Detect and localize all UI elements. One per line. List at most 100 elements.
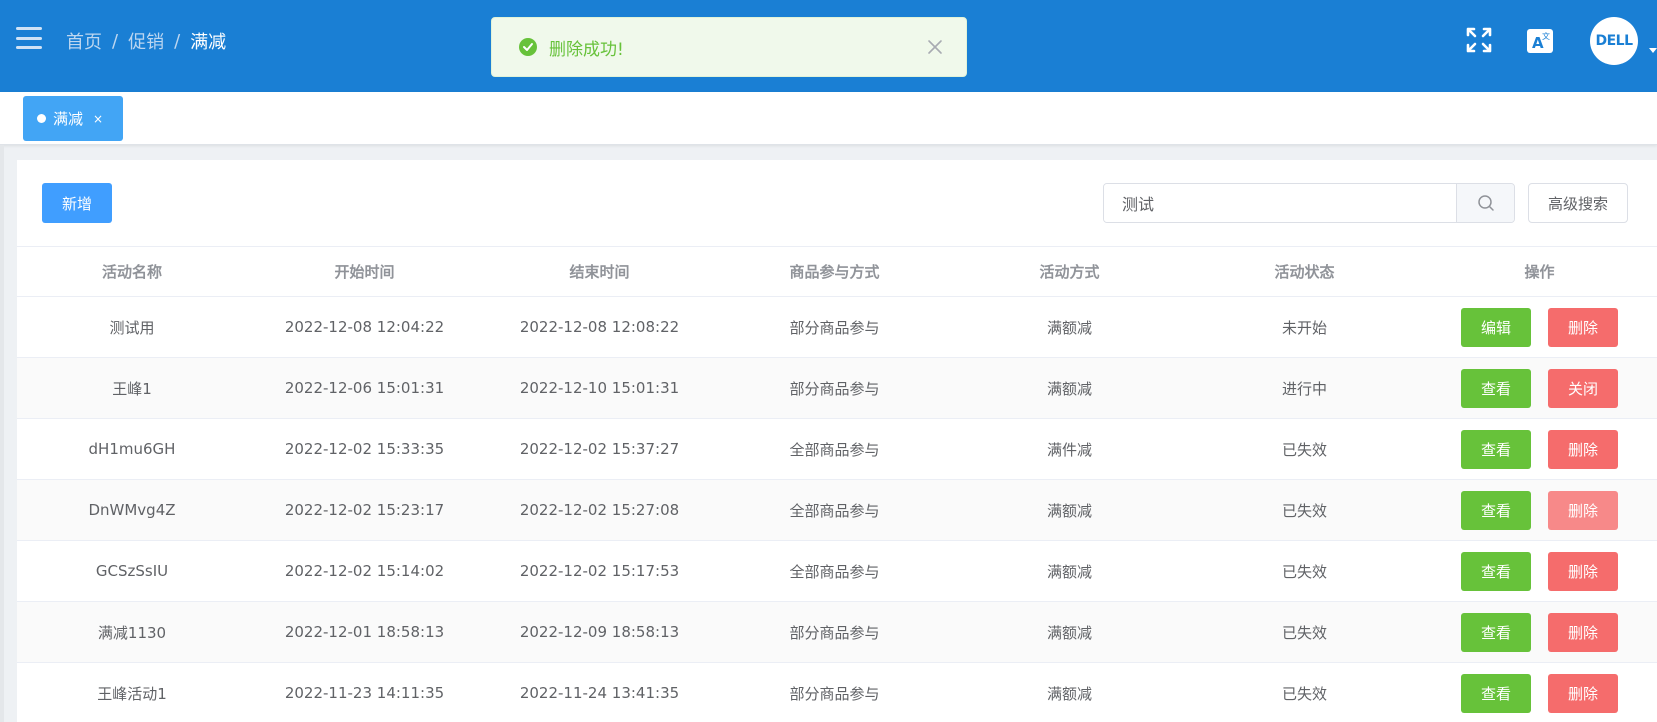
svg-text:文: 文 bbox=[1542, 31, 1550, 41]
delete-button[interactable]: 删除 bbox=[1548, 490, 1618, 530]
success-toast: 删除成功! bbox=[491, 17, 967, 77]
cell-end: 2022-11-24 13:41:35 bbox=[482, 662, 717, 722]
table-row: 满减1130 2022-12-01 18:58:13 2022-12-09 18… bbox=[17, 601, 1657, 663]
cell-status: 已失效 bbox=[1187, 479, 1422, 541]
table-row: DnWMvg4Z 2022-12-02 15:23:17 2022-12-02 … bbox=[17, 479, 1657, 541]
cell-end: 2022-12-02 15:17:53 bbox=[482, 540, 717, 602]
cell-ops: 编辑 删除 bbox=[1422, 296, 1657, 358]
breadcrumb-home[interactable]: 首页 bbox=[66, 28, 102, 54]
cell-status: 已失效 bbox=[1187, 662, 1422, 722]
cell-ops: 查看 删除 bbox=[1422, 479, 1657, 541]
view-button[interactable]: 查看 bbox=[1461, 368, 1531, 408]
cell-ops: 查看 删除 bbox=[1422, 662, 1657, 722]
cell-mode: 满额减 bbox=[952, 601, 1187, 663]
cell-scope: 部分商品参与 bbox=[717, 601, 952, 663]
edit-button[interactable]: 编辑 bbox=[1461, 307, 1531, 347]
cell-name: 王峰活动1 bbox=[17, 662, 247, 722]
cell-name: DnWMvg4Z bbox=[17, 479, 247, 541]
delete-button[interactable]: 删除 bbox=[1548, 307, 1618, 347]
breadcrumb-separator: / bbox=[174, 30, 181, 52]
tags-view-bar: 满减 × bbox=[0, 92, 1657, 145]
column-header: 活动名称 bbox=[17, 246, 247, 297]
avatar[interactable]: DELL bbox=[1590, 17, 1638, 65]
breadcrumb-current: 满减 bbox=[190, 32, 227, 53]
cell-status: 进行中 bbox=[1187, 357, 1422, 419]
breadcrumb: 首页 / 促销 / 满减 bbox=[66, 28, 226, 54]
search-box bbox=[1103, 183, 1515, 223]
cell-scope: 全部商品参与 bbox=[717, 418, 952, 480]
table-row: GCSzSsIU 2022-12-02 15:14:02 2022-12-02 … bbox=[17, 540, 1657, 602]
cell-status: 已失效 bbox=[1187, 418, 1422, 480]
search-input[interactable] bbox=[1104, 184, 1456, 222]
cell-mode: 满件减 bbox=[952, 418, 1187, 480]
cell-mode: 满额减 bbox=[952, 479, 1187, 541]
cell-start: 2022-12-02 15:33:35 bbox=[247, 418, 482, 480]
fullscreen-icon[interactable] bbox=[1465, 26, 1493, 54]
column-header: 活动状态 bbox=[1187, 246, 1422, 297]
cell-ops: 查看 删除 bbox=[1422, 418, 1657, 480]
column-header: 活动方式 bbox=[952, 246, 1187, 297]
cell-ops: 查看 删除 bbox=[1422, 540, 1657, 602]
cell-start: 2022-12-02 15:23:17 bbox=[247, 479, 482, 541]
cell-ops: 查看 关闭 bbox=[1422, 357, 1657, 419]
tag-close-icon[interactable]: × bbox=[93, 112, 103, 126]
table-row: 王峰活动1 2022-11-23 14:11:35 2022-11-24 13:… bbox=[17, 662, 1657, 722]
cell-name: GCSzSsIU bbox=[17, 540, 247, 602]
breadcrumb-separator: / bbox=[112, 30, 119, 52]
cell-start: 2022-12-02 15:14:02 bbox=[247, 540, 482, 602]
delete-button[interactable]: 删除 bbox=[1548, 673, 1618, 713]
main-card: 新增 高级搜索 活动名称 开始时间 结束时间 商品参与方式 活动方式 活动状态 … bbox=[17, 160, 1657, 722]
sidebar-edge bbox=[0, 145, 4, 722]
chevron-down-icon[interactable] bbox=[1649, 48, 1657, 53]
cell-scope: 部分商品参与 bbox=[717, 357, 952, 419]
avatar-logo-text: DELL bbox=[1595, 33, 1633, 49]
table-header-row: 活动名称 开始时间 结束时间 商品参与方式 活动方式 活动状态 操作 bbox=[17, 246, 1657, 297]
view-button[interactable]: 查看 bbox=[1461, 429, 1531, 469]
hamburger-menu-icon[interactable] bbox=[16, 27, 42, 49]
cell-name: 测试用 bbox=[17, 296, 247, 358]
table-row: dH1mu6GH 2022-12-02 15:33:35 2022-12-02 … bbox=[17, 418, 1657, 480]
view-button[interactable]: 查看 bbox=[1461, 490, 1531, 530]
cell-end: 2022-12-02 15:27:08 bbox=[482, 479, 717, 541]
search-button[interactable] bbox=[1456, 184, 1514, 222]
view-button[interactable]: 查看 bbox=[1461, 551, 1531, 591]
add-button[interactable]: 新增 bbox=[42, 183, 112, 223]
cell-mode: 满额减 bbox=[952, 540, 1187, 602]
table-row: 测试用 2022-12-08 12:04:22 2022-12-08 12:08… bbox=[17, 296, 1657, 358]
cell-name: 王峰1 bbox=[17, 357, 247, 419]
cell-start: 2022-11-23 14:11:35 bbox=[247, 662, 482, 722]
check-circle-icon bbox=[519, 38, 537, 56]
advanced-search-button[interactable]: 高级搜索 bbox=[1528, 183, 1628, 223]
cell-ops: 查看 删除 bbox=[1422, 601, 1657, 663]
delete-button[interactable]: 删除 bbox=[1548, 612, 1618, 652]
cell-end: 2022-12-09 18:58:13 bbox=[482, 601, 717, 663]
view-button[interactable]: 查看 bbox=[1461, 612, 1531, 652]
breadcrumb-promotion[interactable]: 促销 bbox=[128, 28, 164, 54]
cell-name: dH1mu6GH bbox=[17, 418, 247, 480]
toast-message: 删除成功! bbox=[549, 39, 624, 60]
cell-end: 2022-12-08 12:08:22 bbox=[482, 296, 717, 358]
close-icon[interactable] bbox=[926, 38, 944, 56]
tag-active-dot bbox=[37, 114, 46, 123]
column-header: 商品参与方式 bbox=[717, 246, 952, 297]
view-button[interactable]: 查看 bbox=[1461, 673, 1531, 713]
search-icon bbox=[1477, 195, 1494, 211]
cell-end: 2022-12-02 15:37:27 bbox=[482, 418, 717, 480]
cell-status: 已失效 bbox=[1187, 540, 1422, 602]
cell-status: 未开始 bbox=[1187, 296, 1422, 358]
delete-button[interactable]: 删除 bbox=[1548, 551, 1618, 591]
cell-start: 2022-12-08 12:04:22 bbox=[247, 296, 482, 358]
cell-scope: 全部商品参与 bbox=[717, 479, 952, 541]
cell-scope: 部分商品参与 bbox=[717, 662, 952, 722]
delete-button[interactable]: 删除 bbox=[1548, 429, 1618, 469]
tag-label: 满减 bbox=[53, 110, 84, 128]
cell-end: 2022-12-10 15:01:31 bbox=[482, 357, 717, 419]
tag-manjian[interactable]: 满减 × bbox=[23, 96, 123, 141]
column-header: 操作 bbox=[1422, 246, 1657, 297]
promotion-table: 活动名称 开始时间 结束时间 商品参与方式 活动方式 活动状态 操作 测试用 2… bbox=[17, 246, 1657, 722]
translate-icon[interactable]: A 文 bbox=[1527, 29, 1553, 53]
close-button[interactable]: 关闭 bbox=[1548, 368, 1618, 408]
cell-start: 2022-12-01 18:58:13 bbox=[247, 601, 482, 663]
column-header: 开始时间 bbox=[247, 246, 482, 297]
cell-scope: 部分商品参与 bbox=[717, 296, 952, 358]
